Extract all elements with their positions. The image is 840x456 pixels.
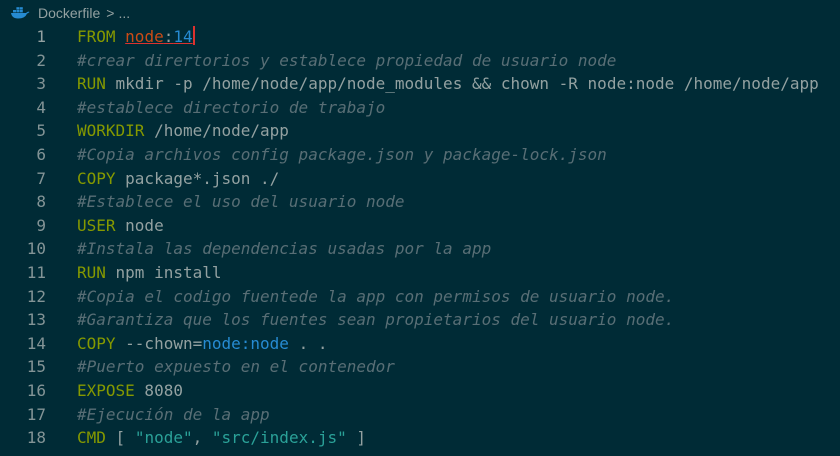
code-token: node xyxy=(125,27,164,46)
line-number: 5 xyxy=(36,121,46,141)
code-token: = xyxy=(192,333,203,353)
code-token: package*.json ./ xyxy=(115,168,280,188)
code-line[interactable]: 2 #crear dirertorios y establece propieda… xyxy=(0,49,840,73)
line-text[interactable]: CMD [ "node", "src/index.js" ] xyxy=(77,426,366,450)
line-number: 14 xyxy=(26,333,46,353)
line-number: 17 xyxy=(26,404,46,424)
line-number: 3 xyxy=(36,74,46,94)
code-token: , xyxy=(192,428,212,448)
line-number: 2 xyxy=(36,50,46,70)
code-token: #Ejecución de la app xyxy=(77,404,270,424)
code-token: #Puerto expuesto en el contenedor xyxy=(77,357,395,377)
code-area[interactable]: 1 FROM node:14 2 #crear dirertorios y estab… xyxy=(0,25,840,450)
code-token: #Garantiza que los fuentes sean propieta… xyxy=(77,310,675,330)
line-text[interactable]: #Copia archivos config package.json y pa… xyxy=(77,143,607,167)
code-token: FROM xyxy=(77,27,116,46)
code-line[interactable]: 5 WORKDIR /home/node/app xyxy=(0,119,840,143)
code-line[interactable]: 6 #Copia archivos config package.json y p… xyxy=(0,143,840,167)
code-token: #Copia el codigo fuentede la app con per… xyxy=(77,286,675,306)
code-editor[interactable]: Dockerfile > ... 1 FROM node:14 2 #crear di… xyxy=(0,0,840,456)
code-token: RUN xyxy=(77,74,106,94)
code-line[interactable]: 11 RUN npm install xyxy=(0,261,840,285)
code-token: #Copia archivos config package.json y pa… xyxy=(77,144,607,164)
line-text[interactable]: WORKDIR /home/node/app xyxy=(77,119,289,143)
line-number: 1 xyxy=(36,27,46,46)
code-line[interactable]: 3 RUN mkdir -p /home/node/app/node_module… xyxy=(0,72,840,96)
line-number: 4 xyxy=(36,97,46,117)
line-text[interactable]: COPY package*.json ./ xyxy=(77,167,279,191)
code-token: #Instala las dependencias usadas por la … xyxy=(77,239,492,259)
line-text[interactable]: #Garantiza que los fuentes sean propieta… xyxy=(77,308,674,332)
code-line[interactable]: 8 #Establece el uso del usuario node xyxy=(0,190,840,214)
breadcrumb-file[interactable]: Dockerfile xyxy=(38,5,100,21)
text-cursor xyxy=(192,26,195,45)
line-text[interactable]: EXPOSE 8080 xyxy=(77,379,183,403)
line-number: 10 xyxy=(26,239,46,259)
code-line[interactable]: 12 #Copia el codigo fuentede la app con p… xyxy=(0,285,840,309)
code-line[interactable]: 14 COPY --chown=node:node . . xyxy=(0,332,840,356)
code-token: : xyxy=(163,27,174,46)
line-number: 12 xyxy=(26,286,46,306)
line-text[interactable]: RUN npm install xyxy=(77,261,222,285)
line-text[interactable]: #Puerto expuesto en el contenedor xyxy=(77,355,395,379)
line-number: 16 xyxy=(26,380,46,400)
code-token: --chown xyxy=(115,333,193,353)
code-line[interactable]: 17 #Ejecución de la app xyxy=(0,403,840,427)
line-number: 13 xyxy=(26,310,46,330)
breadcrumb-ellipsis[interactable]: ... xyxy=(118,5,130,21)
line-text[interactable]: #Ejecución de la app xyxy=(77,403,270,427)
code-token: USER xyxy=(77,215,116,235)
code-token: [ xyxy=(105,428,135,448)
code-token: COPY xyxy=(77,333,116,353)
code-line[interactable]: 10 #Instala las dependencias usadas por l… xyxy=(0,237,840,261)
code-token: 8080 xyxy=(134,380,183,400)
code-token: #Establece el uso del usuario node xyxy=(77,192,405,212)
line-number: 18 xyxy=(26,428,46,448)
code-token: . . xyxy=(288,333,328,353)
code-line[interactable]: 13 #Garantiza que los fuentes sean propie… xyxy=(0,308,840,332)
line-text[interactable]: #Establece el uso del usuario node xyxy=(77,190,405,214)
line-text[interactable]: #Copia el codigo fuentede la app con per… xyxy=(77,285,674,309)
code-token: "src/index.js" xyxy=(211,428,347,448)
line-text[interactable]: #crear dirertorios y establece propiedad… xyxy=(77,49,616,73)
code-token: WORKDIR xyxy=(77,121,145,141)
code-line[interactable]: 16 EXPOSE 8080 xyxy=(0,379,840,403)
code-token: node xyxy=(115,215,164,235)
code-token: /home/node/app xyxy=(144,121,289,141)
code-token: COPY xyxy=(77,168,116,188)
code-token: 14 xyxy=(173,27,193,46)
breadcrumb: Dockerfile > ... xyxy=(0,0,840,25)
code-line[interactable]: 1 FROM node:14 xyxy=(0,25,840,49)
code-token: #crear dirertorios y establece propiedad… xyxy=(77,50,617,70)
line-text[interactable]: USER node xyxy=(77,214,164,238)
line-number: 15 xyxy=(26,357,46,377)
line-number: 11 xyxy=(26,262,46,282)
line-number: 6 xyxy=(36,144,46,164)
code-token: CMD xyxy=(77,428,106,448)
breadcrumb-separator: > xyxy=(106,4,115,21)
code-token: npm install xyxy=(105,262,222,282)
code-token: mkdir -p /home/node/app/node_modules && … xyxy=(105,74,819,94)
code-token: RUN xyxy=(77,262,106,282)
code-token: EXPOSE xyxy=(77,380,135,400)
line-number: 9 xyxy=(36,215,46,235)
line-text[interactable]: #establece directorio de trabajo xyxy=(77,96,385,120)
line-text[interactable]: FROM node:14 xyxy=(77,25,195,49)
code-line[interactable]: 4 #establece directorio de trabajo xyxy=(0,96,840,120)
code-token: #establece directorio de trabajo xyxy=(77,97,386,117)
code-line[interactable]: 9 USER node xyxy=(0,214,840,238)
code-line[interactable]: 7 COPY package*.json ./ xyxy=(0,167,840,191)
code-token: node:node xyxy=(202,333,289,353)
code-token: "node" xyxy=(134,428,193,448)
code-token: ] xyxy=(346,428,366,448)
line-text[interactable]: COPY --chown=node:node . . xyxy=(77,332,327,356)
code-line[interactable]: 18 CMD [ "node", "src/index.js" ] xyxy=(0,426,840,450)
code-line[interactable]: 15 #Puerto expuesto en el contenedor xyxy=(0,355,840,379)
line-number: 7 xyxy=(36,168,46,188)
line-number: 8 xyxy=(36,192,46,212)
line-text[interactable]: #Instala las dependencias usadas por la … xyxy=(77,237,491,261)
line-text[interactable]: RUN mkdir -p /home/node/app/node_modules… xyxy=(77,72,819,96)
docker-icon xyxy=(10,5,30,21)
